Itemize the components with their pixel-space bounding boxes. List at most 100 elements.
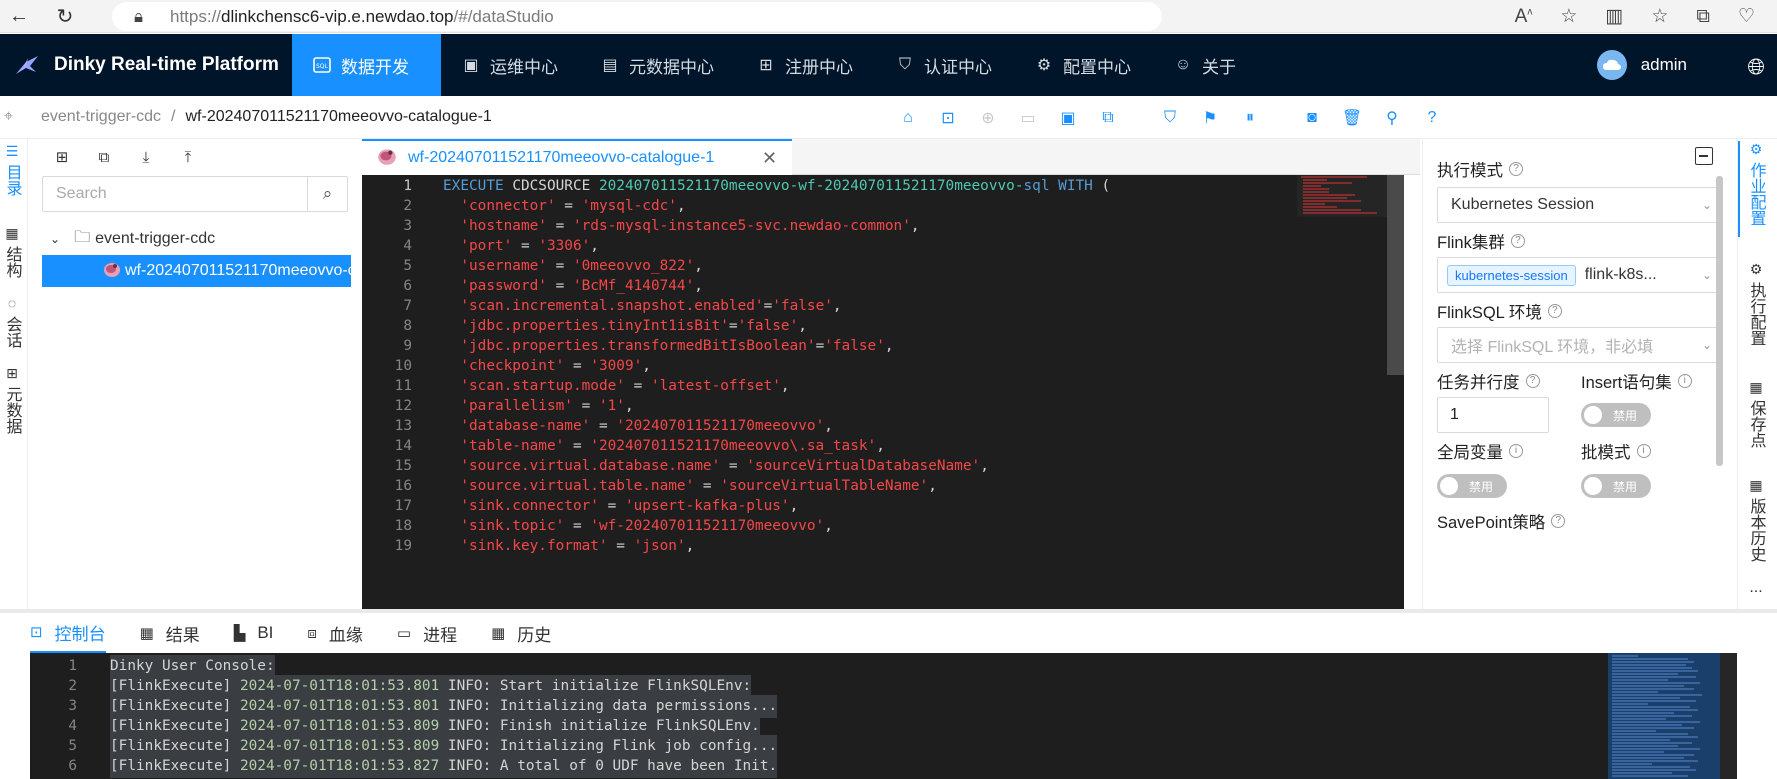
tab-lineage[interactable]: ⧈ 血缘 xyxy=(307,613,363,653)
toggle-knob xyxy=(1584,477,1602,495)
help-icon[interactable]: ? xyxy=(1422,108,1442,128)
help-icon[interactable]: ? xyxy=(1510,234,1525,248)
pause-icon[interactable]: ⏸ xyxy=(1240,108,1260,128)
user-menu[interactable]: admin xyxy=(1596,34,1687,96)
nav-settings[interactable]: ⚙ 配置中心 xyxy=(1014,34,1153,96)
cluster-value: flink-k8s... xyxy=(1584,266,1657,283)
rail-savepoint[interactable]: ▦ 保存点 xyxy=(1745,379,1767,448)
rail-metadata[interactable]: ⊞ 元数据 xyxy=(2,365,22,434)
folder-open-icon[interactable]: ▭ xyxy=(1018,108,1038,128)
more-icon[interactable]: ... xyxy=(1745,579,1767,596)
cluster-icon[interactable]: ⌂ xyxy=(898,108,918,128)
refresh-icon[interactable]: ↻ xyxy=(54,5,76,28)
tab-console[interactable]: ⊡ 控制台 xyxy=(30,613,106,653)
rail-catalog[interactable]: ☰ 目录 xyxy=(2,143,22,196)
tab-result[interactable]: ▦ 结果 xyxy=(140,613,200,653)
config-scrollbar[interactable] xyxy=(1716,176,1723,466)
tab-process[interactable]: ▭ 进程 xyxy=(397,613,457,653)
nav-auth[interactable]: ⛉ 认证中心 xyxy=(875,34,1014,96)
batch-toggle[interactable]: 禁用 xyxy=(1581,474,1651,498)
chevron-down-icon[interactable]: ⌄ xyxy=(50,232,60,246)
console-output[interactable]: 1 Dinky User Console: 2 [FlinkExecute] 2024… xyxy=(30,653,1737,779)
search-icon[interactable]: ⌕ xyxy=(307,177,347,211)
camera-icon[interactable]: ◙ xyxy=(1302,108,1322,128)
upload-icon[interactable]: ⤒ xyxy=(178,147,198,167)
rail-label: 会话 xyxy=(3,316,21,348)
url-path: /#/dataStudio xyxy=(453,6,554,26)
help-icon[interactable]: ? xyxy=(1551,514,1566,528)
rail-version-history[interactable]: ▦ 版本历史 xyxy=(1745,477,1767,562)
nav-metadata[interactable]: ▤ 元数据中心 xyxy=(580,34,736,96)
code-line[interactable]: 19 'sink.key.format' = 'json', xyxy=(362,535,1404,558)
tab-label: 血缘 xyxy=(328,625,363,645)
tab-history[interactable]: ▦ 历史 xyxy=(491,613,551,653)
copy-icon[interactable]: ⧉ xyxy=(1098,108,1118,128)
nav-registry[interactable]: ⊞ 注册中心 xyxy=(736,34,875,96)
collapse-all-icon[interactable]: ⧉ xyxy=(94,147,114,167)
address-bar[interactable]: 🔒︎ https://dlinkchensc6-vip.e.newdao.top… xyxy=(112,2,1162,31)
toggle-knob xyxy=(1440,477,1458,495)
tab-bi[interactable]: ▙ BI xyxy=(234,613,274,653)
tree-file[interactable]: wf-202407011521170meeovvo-catalogue-1 xyxy=(42,255,351,287)
rail-exec-config[interactable]: ⚙ 执行配置 xyxy=(1745,261,1767,346)
back-icon[interactable]: ← xyxy=(8,5,30,27)
gear-icon: ⚙ xyxy=(1749,261,1763,277)
file-add-icon[interactable]: ⊕ xyxy=(978,108,998,128)
brand-title[interactable]: Dinky Real-time Platform xyxy=(54,54,292,76)
right-rail: ⚙ 作业配置 ⚙ 执行配置 ▦ 保存点 ▦ 版本历史 ... xyxy=(1737,139,1777,609)
browser-essentials-icon[interactable]: ♡ xyxy=(1738,5,1755,28)
info-icon[interactable]: i xyxy=(1677,374,1692,388)
breadcrumb-separator: / xyxy=(171,108,176,125)
exec-mode-select[interactable]: Kubernetes Session ⌄ xyxy=(1437,187,1723,223)
read-aloud-icon[interactable]: Aʌ xyxy=(1515,6,1533,28)
folder-add-icon[interactable]: ⊞ xyxy=(52,147,72,167)
flag-icon[interactable]: ⚑ xyxy=(1200,108,1220,128)
dinky-logo-icon[interactable] xyxy=(0,34,54,96)
bar-chart-icon: ▙ xyxy=(233,625,246,642)
rail-session[interactable]: ◌ 会话 xyxy=(2,295,22,348)
info-icon[interactable]: i xyxy=(1509,444,1523,458)
code-editor[interactable]: 1 EXECUTE CDCSOURCE 202407011521170meeovv… xyxy=(362,175,1404,609)
collections-icon[interactable]: ⧉ xyxy=(1696,6,1710,28)
info-icon[interactable]: i xyxy=(1636,444,1651,458)
list-icon: ☰ xyxy=(5,143,19,159)
help-icon[interactable]: ? xyxy=(1525,374,1540,388)
search-input[interactable]: Search ⌕ xyxy=(42,176,348,212)
check-icon[interactable]: ⛉ xyxy=(1160,108,1180,128)
env-select[interactable]: 选择 FlinkSQL 环境，非必填 ⌄ xyxy=(1437,327,1723,363)
nav-label: 运维中心 xyxy=(490,57,558,77)
console-line[interactable]: 6 [FlinkExecute] 2024-07-01T18:01:53.827 … xyxy=(30,755,1737,778)
gear-icon: ⚙ xyxy=(1749,141,1763,157)
global-var-toggle[interactable]: 禁用 xyxy=(1437,474,1507,498)
rail-job-config[interactable]: ⚙ 作业配置 xyxy=(1738,141,1767,237)
savepoint-label: SavePoint策略? xyxy=(1437,509,1566,533)
favorite-icon[interactable]: ☆ xyxy=(1560,5,1577,28)
svg-text:SQL: SQL xyxy=(316,63,329,70)
tab-label: 进程 xyxy=(423,625,458,645)
cluster-label: Flink集群? xyxy=(1437,229,1525,253)
insert-toggle[interactable]: 禁用 xyxy=(1581,403,1651,427)
download-icon[interactable]: ⤓ xyxy=(136,147,156,167)
language-icon[interactable]: 🌐︎ xyxy=(1747,54,1765,80)
nav-devops[interactable]: ▣ 运维中心 xyxy=(441,34,580,96)
split-screen-icon[interactable]: ▥ xyxy=(1605,5,1623,28)
api-icon[interactable]: ⚲ xyxy=(1382,108,1402,128)
nav-about[interactable]: ☺ 关于 xyxy=(1153,34,1258,96)
terminal-icon[interactable]: ⊡ xyxy=(938,108,958,128)
tree-folder[interactable]: ⌄ 🗀︎ event-trigger-cdc xyxy=(42,223,215,255)
collapse-icon[interactable] xyxy=(1695,147,1713,165)
nav-data-studio[interactable]: SQL 数据开发 xyxy=(292,34,441,96)
breadcrumb-root[interactable]: event-trigger-cdc xyxy=(41,108,161,126)
cluster-select[interactable]: kubernetes-session flink-k8s... ⌄ xyxy=(1437,257,1723,293)
close-icon[interactable]: ✕ xyxy=(762,148,777,169)
help-icon[interactable]: ? xyxy=(1547,304,1562,318)
save-icon[interactable]: ▣ xyxy=(1058,108,1078,128)
parallel-input[interactable]: 1 xyxy=(1437,397,1549,433)
help-icon[interactable]: ? xyxy=(1509,162,1523,176)
favorites-icon[interactable]: ☆ xyxy=(1651,5,1668,28)
delete-icon[interactable]: 🗑︎ xyxy=(1342,108,1362,128)
rail-structure[interactable]: ▦ 结构 xyxy=(2,225,22,278)
editor-tab[interactable]: wf-202407011521170meeovvo-catalogue-1 ✕ xyxy=(362,139,792,175)
calendar-icon: ▦ xyxy=(1749,477,1763,493)
auth-icon: ⛉ xyxy=(898,56,911,73)
